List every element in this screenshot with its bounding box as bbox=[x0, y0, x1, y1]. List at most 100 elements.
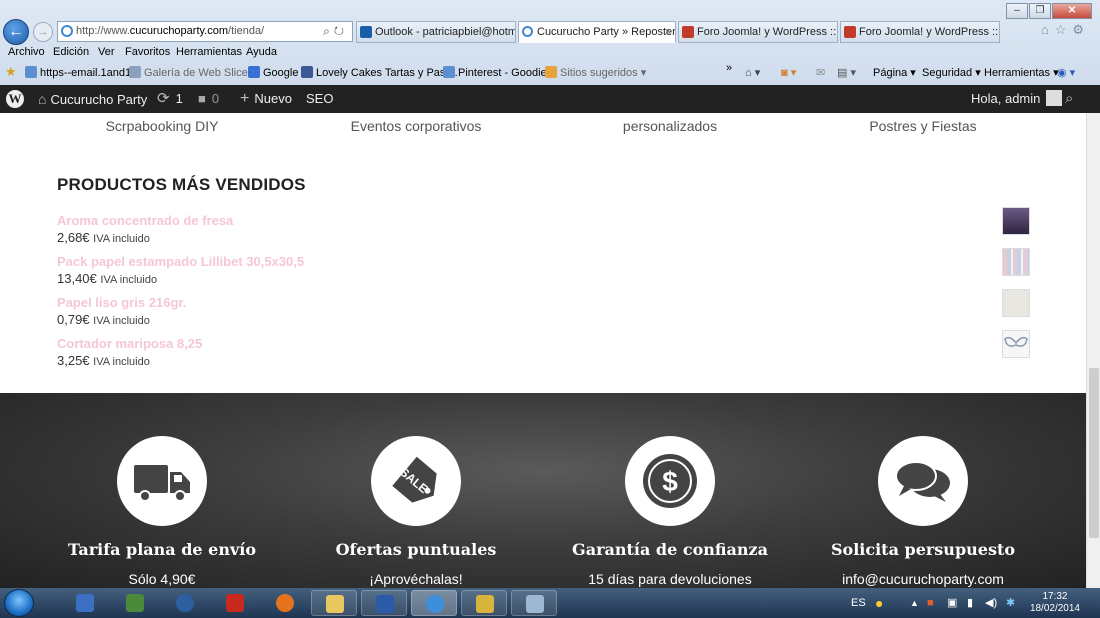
scrollbar-thumb[interactable] bbox=[1089, 368, 1099, 538]
tray-sync-icon[interactable]: ✱ bbox=[1006, 588, 1015, 618]
product-link[interactable]: Cortador mariposa 8,25 bbox=[57, 336, 1037, 351]
taskbar-app[interactable] bbox=[461, 590, 507, 616]
taskbar-app[interactable] bbox=[361, 590, 407, 616]
comment-bubble-icon: ■ bbox=[198, 91, 206, 106]
taskbar-app[interactable] bbox=[162, 590, 208, 616]
show-hidden-icons[interactable]: ▲ bbox=[910, 588, 919, 618]
wordpress-logo-icon[interactable]: W bbox=[6, 85, 24, 113]
close-tab-icon[interactable]: × bbox=[665, 22, 671, 42]
product-link[interactable]: Aroma concentrado de fresa bbox=[57, 213, 1037, 228]
home-icon[interactable]: ⌂ bbox=[1041, 22, 1055, 37]
volume-icon[interactable]: ◀) bbox=[985, 588, 997, 618]
tab-foro-joomla-2[interactable]: Foro Joomla! y WordPress :: Te... bbox=[840, 21, 1000, 43]
forward-button[interactable]: → bbox=[33, 22, 53, 42]
taskbar-app[interactable] bbox=[212, 590, 258, 616]
mail-icon[interactable]: ✉ bbox=[816, 66, 825, 79]
help-icon[interactable]: ◉ ▾ bbox=[1057, 66, 1075, 79]
favorite-link[interactable]: Google bbox=[248, 66, 298, 79]
comments-link[interactable]: ■ 0 bbox=[198, 85, 219, 113]
google-icon bbox=[248, 66, 260, 78]
seo-link[interactable]: SEO bbox=[306, 85, 333, 113]
product-price: 0,79€ IVA incluido bbox=[57, 312, 1037, 327]
product-item: Aroma concentrado de fresa 2,68€ IVA inc… bbox=[57, 207, 1037, 253]
shield-icon bbox=[476, 595, 494, 613]
menu-herramientas[interactable]: Herramientas bbox=[176, 46, 242, 58]
tab-outlook[interactable]: Outlook - patriciapbiel@hotm... bbox=[356, 21, 516, 43]
taskbar-app[interactable] bbox=[112, 590, 158, 616]
feature-subtitle[interactable]: info@cucuruchoparty.com bbox=[803, 571, 1043, 587]
safety-menu[interactable]: Seguridad ▾ bbox=[922, 66, 981, 79]
refresh-icon[interactable]: ↻ bbox=[334, 24, 348, 38]
vertical-scrollbar[interactable] bbox=[1086, 113, 1100, 588]
gear-icon[interactable]: ⚙ bbox=[1072, 22, 1090, 37]
product-thumbnail[interactable] bbox=[1002, 330, 1030, 358]
menu-edicion[interactable]: Edición bbox=[53, 46, 89, 58]
updates-link[interactable]: ⟳ 1 bbox=[157, 85, 183, 113]
search-icon[interactable]: ⌕ bbox=[323, 24, 334, 38]
favorite-link[interactable]: Pinterest - Goodies bbox=[443, 66, 552, 79]
product-thumbnail[interactable] bbox=[1002, 289, 1030, 317]
avatar bbox=[1046, 90, 1063, 106]
feature-guarantee: $ Garantía de confianza 15 días para dev… bbox=[550, 436, 790, 587]
tax-note: IVA incluido bbox=[93, 233, 150, 245]
site-name-link[interactable]: ⌂ Cucurucho Party bbox=[38, 85, 147, 113]
new-label: Nuevo bbox=[254, 91, 292, 106]
product-link[interactable]: Pack papel estampado Lillibet 30,5x30,5 bbox=[57, 254, 1037, 269]
system-clock[interactable]: 17:32 18/02/2014 bbox=[1030, 591, 1080, 615]
product-price: 3,25€ IVA incluido bbox=[57, 353, 1037, 368]
address-tools: ⌕↻ bbox=[323, 22, 348, 41]
alert-icon[interactable]: ● bbox=[875, 588, 883, 618]
favorite-link[interactable]: Sitios sugeridos ▾ bbox=[545, 66, 646, 79]
tab-label: Outlook - patriciapbiel@hotm... bbox=[375, 26, 516, 38]
feeds-icon[interactable]: ◙ ▾ bbox=[781, 66, 796, 79]
category-label[interactable]: Scrpabooking DIY bbox=[106, 118, 219, 134]
taskbar-app[interactable] bbox=[411, 590, 457, 616]
category-label[interactable]: personalizados bbox=[623, 118, 717, 134]
tab-foro-joomla-1[interactable]: Foro Joomla! y WordPress :: Te... bbox=[678, 21, 838, 43]
taskbar-app[interactable] bbox=[62, 590, 108, 616]
menu-favoritos[interactable]: Favoritos bbox=[125, 46, 170, 58]
product-thumbnail[interactable] bbox=[1002, 248, 1030, 276]
back-button[interactable]: ← bbox=[3, 19, 29, 45]
favorites-star-icon[interactable]: ★ bbox=[5, 64, 17, 80]
clock-date: 18/02/2014 bbox=[1029, 603, 1080, 614]
page-menu[interactable]: Página ▾ bbox=[873, 66, 916, 79]
search-icon[interactable]: ⌕ bbox=[1065, 85, 1073, 113]
favorites-star-icon[interactable]: ☆ bbox=[1055, 22, 1073, 37]
start-button[interactable] bbox=[4, 589, 34, 617]
product-price: 2,68€ IVA incluido bbox=[57, 230, 1037, 245]
tray-app-icon[interactable]: ■ bbox=[927, 588, 934, 618]
close-window-icon[interactable]: ✕ bbox=[1052, 3, 1092, 19]
url-domain: cucuruchoparty.com bbox=[129, 25, 229, 37]
product-thumbnail[interactable] bbox=[1002, 207, 1030, 235]
maximize-icon[interactable]: ❐ bbox=[1029, 3, 1051, 19]
favorite-link[interactable]: Galería de Web Slice ▾ bbox=[129, 66, 256, 79]
taskbar-app[interactable] bbox=[311, 590, 357, 616]
minimize-icon[interactable]: – bbox=[1006, 3, 1028, 19]
favorite-link[interactable]: Lovely Cakes Tartas y Past... bbox=[301, 66, 458, 79]
my-account-link[interactable]: Hola, admin bbox=[971, 85, 1063, 113]
menu-archivo[interactable]: Archivo bbox=[8, 46, 45, 58]
facebook-icon bbox=[301, 66, 313, 78]
print-icon[interactable]: ▤ ▾ bbox=[837, 66, 856, 79]
language-indicator[interactable]: ES bbox=[851, 588, 866, 618]
taskbar-app[interactable] bbox=[262, 590, 308, 616]
home-command-icon[interactable]: ⌂ ▾ bbox=[745, 66, 760, 79]
new-content-link[interactable]: + Nuevo bbox=[240, 85, 292, 113]
feature-shipping: Tarifa plana de envío Sólo 4,90€ bbox=[42, 436, 282, 587]
taskbar-app[interactable] bbox=[511, 590, 557, 616]
firefox-icon bbox=[276, 594, 294, 612]
menu-ayuda[interactable]: Ayuda bbox=[246, 46, 277, 58]
category-label[interactable]: Eventos corporativos bbox=[351, 118, 482, 134]
address-bar[interactable]: http://www.cucuruchoparty.com/tienda/ ⌕↻ bbox=[57, 21, 353, 42]
favorite-link[interactable]: https--email.1and1 bbox=[25, 66, 131, 79]
category-label[interactable]: Postres y Fiestas bbox=[869, 118, 976, 134]
menu-ver[interactable]: Ver bbox=[98, 46, 115, 58]
product-link[interactable]: Papel liso gris 216gr. bbox=[57, 295, 1037, 310]
tab-cucurucho-party[interactable]: Cucurucho Party » Reposter... × bbox=[518, 21, 676, 43]
window-controls: – ❐ ✕ bbox=[1005, 0, 1092, 19]
network-icon[interactable]: ▮ bbox=[967, 588, 973, 618]
tools-menu[interactable]: Herramientas ▾ bbox=[984, 66, 1059, 79]
tray-device-icon[interactable]: ▣ bbox=[947, 588, 957, 618]
chevron-more-icon[interactable]: » bbox=[726, 62, 732, 74]
